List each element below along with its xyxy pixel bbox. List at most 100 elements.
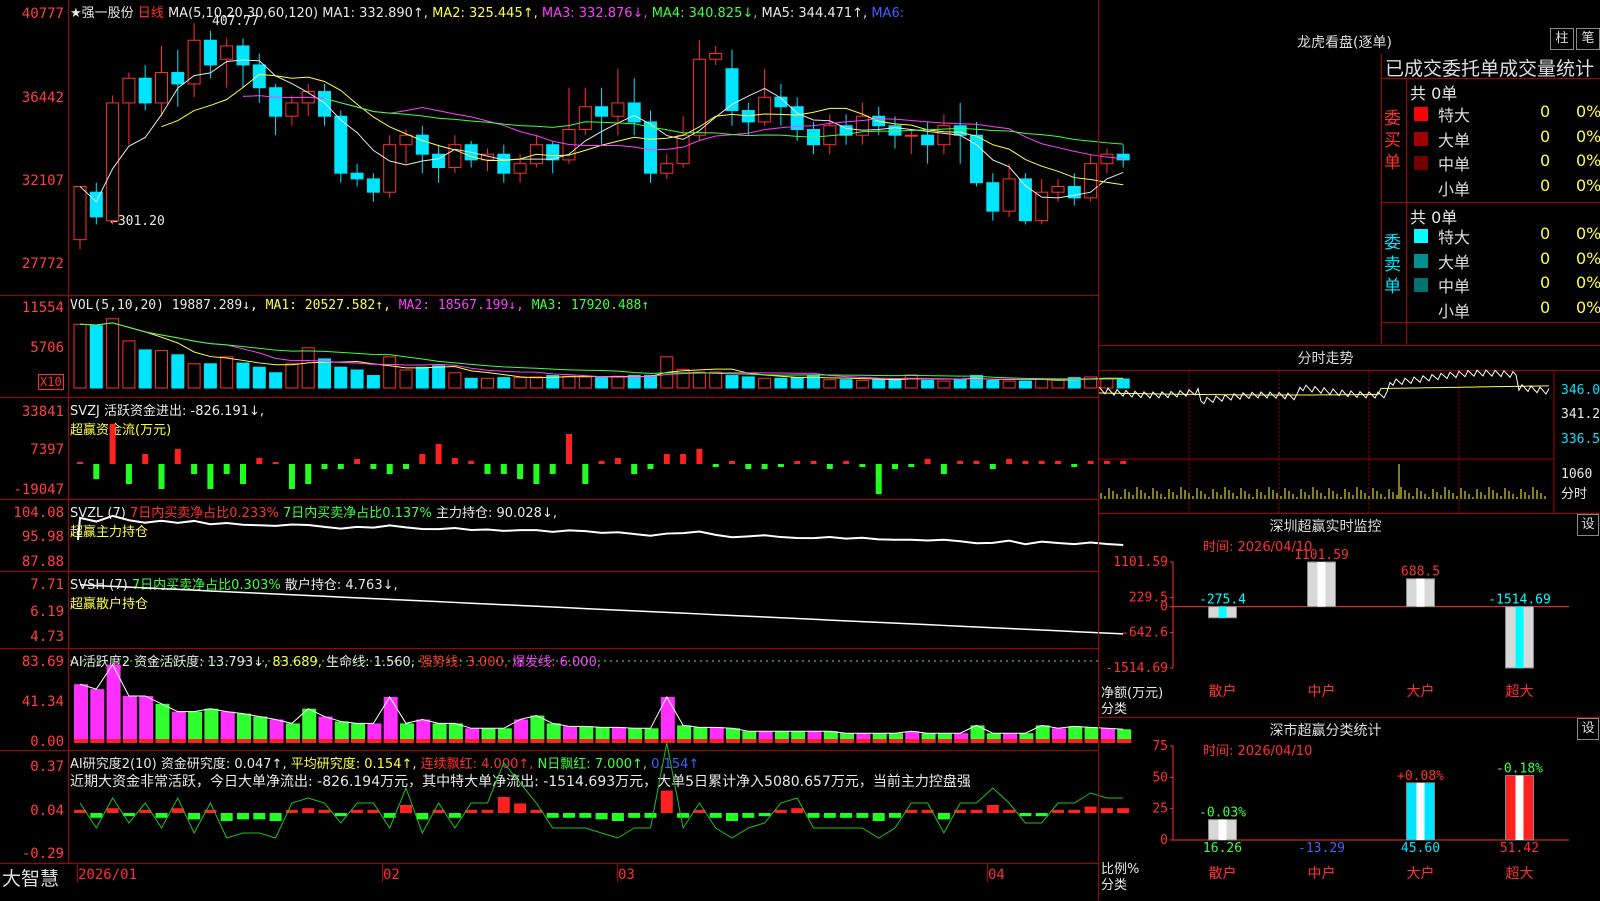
research-bar [302,808,315,813]
money-flow-bar [745,464,752,469]
candle[interactable] [171,72,185,85]
volume-bar [155,350,168,389]
candle[interactable] [285,102,299,117]
activity-base-bar [448,739,463,743]
activity-base-bar [872,739,887,743]
main-kline-panel[interactable]: 40777 36442 32107 27772 ★强一股份 日线 MA(5,10… [0,0,1130,295]
color-swatch [1414,156,1428,170]
ai-research-panel[interactable]: 0.37 0.04 -0.29 AI研究度2(10) 资金研究度: 0.047↑… [0,742,1130,863]
research-bar [709,813,722,818]
candle[interactable] [138,77,152,104]
candle[interactable] [252,64,266,89]
activity-bar [302,708,317,743]
activity-base-bar [954,739,969,743]
candle[interactable] [644,121,657,174]
candle[interactable] [1002,178,1016,212]
activity-base-bar [1003,739,1018,743]
candle[interactable] [1051,185,1065,193]
svzj-panel[interactable]: 33841 7397 -19047 SVZJ 活跃资金进出: -826.191↓… [0,398,1127,498]
activity-base-bar [1068,739,1083,743]
candle[interactable] [366,178,380,193]
money-flow-bar [549,464,556,474]
candle[interactable] [269,87,283,117]
money-flow-bar [843,461,850,464]
ai-activity-panel[interactable]: 83.69 41.34 0.00 AI活跃度2 资金活跃度: 13.793↓, … [0,649,1132,750]
candle[interactable] [921,134,935,146]
candlestick-chart[interactable] [0,0,1130,295]
candle[interactable] [1035,191,1049,222]
activity-base-bar [481,739,496,743]
money-flow-bar [1087,461,1094,464]
classify-panel[interactable]: 深市超赢分类统计 设 时间: 2026/04/10 比例% 分类 75 50 25 0… [1099,718,1600,900]
candle[interactable] [627,102,641,123]
candle[interactable] [660,163,674,174]
candle[interactable] [350,172,364,180]
svsh-panel[interactable]: 7.71 6.19 4.73 SVSH (7) 7日内买卖净占比0.303% 散… [0,572,1124,647]
candle[interactable] [106,102,120,222]
candle[interactable] [383,144,397,193]
activity-bar [530,715,545,743]
money-flow-bar [794,461,801,464]
bar-value-label: 16.26 [1203,841,1242,856]
volume-bar [318,358,331,389]
money-flow-bar [93,464,100,479]
candle[interactable] [758,96,772,123]
app-name[interactable]: 大智慧 [2,864,59,891]
research-bar [514,803,527,813]
volume-bar [741,376,755,389]
candle[interactable] [904,134,918,137]
money-flow-bar [517,464,524,479]
candle[interactable] [203,39,217,66]
money-flow-bar [957,461,964,464]
svzl-panel[interactable]: 104.08 95.98 87.88 SVZL (7) 7日内买卖净占比0.23… [0,500,1124,570]
money-flow-bar [142,454,149,464]
candle[interactable] [122,77,136,104]
volume-bar [122,340,136,389]
money-flow-bar [810,461,817,464]
activity-base-bar [986,739,1001,743]
order-count: 0 [1540,151,1551,170]
candle[interactable] [611,102,625,117]
candle[interactable] [709,53,723,60]
candle[interactable] [986,182,1000,212]
money-flow-bar [533,464,540,484]
money-flow-bar [712,464,719,467]
volume-bar [203,363,217,389]
candle[interactable] [89,191,103,218]
candle[interactable] [73,185,87,241]
bar-change-label: -0.03% [1199,806,1246,821]
monitor-panel[interactable]: 深圳超赢实时监控 设 时间: 2026/04/10 净额(万元) 分类 1101… [1099,514,1600,717]
order-stat-row: 特大 0 0% [1410,102,1600,126]
volume-panel[interactable]: 11554 5706 X10 VOL(5,10,20) 19887.289↓, … [0,296,1130,396]
category-label: 超大 [1506,684,1534,700]
money-flow-bar [696,449,703,464]
money-flow-bar [305,464,312,484]
money-flow-bar [729,461,735,464]
candle[interactable] [155,72,168,104]
activity-base-bar [677,739,692,743]
candle[interactable] [334,115,348,174]
activity-base-bar [220,739,235,743]
candle[interactable] [578,106,592,131]
classify-bar-chart: 75 50 25 0 16.26 -0.03% 散户 -13.29 中户 45.60 +0.08% 大… [1152,739,1569,882]
activity-base-bar [726,739,740,743]
intraday-panel[interactable]: 分时走势 346.0 341.2 336.5 1060 分时 [1098,346,1600,513]
candle[interactable] [220,45,234,60]
money-flow-bar [174,449,181,464]
candle[interactable] [236,45,250,66]
volume-bar [1051,379,1065,389]
candle[interactable] [497,153,511,174]
candle[interactable] [513,163,527,174]
volume-bar [790,377,804,389]
volume-bar [171,354,185,389]
volume-bar [774,377,788,389]
candle[interactable] [187,39,201,85]
candle[interactable] [399,134,413,146]
candle[interactable] [448,144,462,169]
bar-mode-button[interactable]: 柱 [1550,28,1574,50]
volume-bar [1002,380,1016,389]
candle[interactable] [595,106,609,117]
tick-mode-button[interactable]: 笔 [1576,28,1600,50]
candle[interactable] [318,91,331,117]
candle[interactable] [415,134,429,155]
